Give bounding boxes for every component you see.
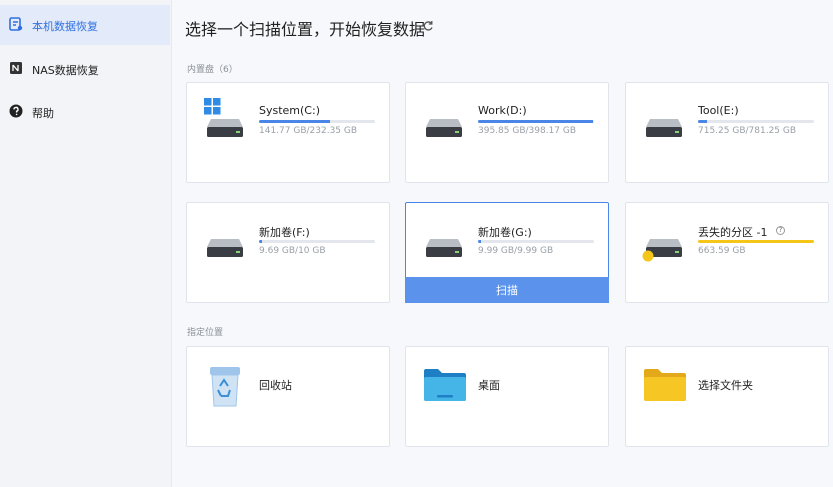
drive-name: 丢失的分区 -1: [698, 226, 768, 239]
sidebar-item-label: 帮助: [32, 107, 54, 120]
hard-drive-icon: [646, 119, 682, 137]
drive-size: 9.99 GB/9.99 GB: [478, 246, 554, 256]
location-card-desktop[interactable]: 桌面: [405, 346, 609, 447]
scan-button[interactable]: 扫描: [405, 277, 609, 303]
drive-usage-fill: [478, 120, 593, 123]
drive-card-f[interactable]: 新加卷(F:) 9.69 GB/10 GB: [186, 202, 390, 303]
main-panel: 选择一个扫描位置，开始恢复数据 内置盘（6） System(C:) 141.77…: [172, 0, 833, 487]
location-card-select-folder[interactable]: 选择文件夹: [625, 346, 829, 447]
sidebar-item-nas-recovery[interactable]: NAS数据恢复: [0, 49, 170, 89]
location-label: 回收站: [259, 379, 292, 392]
question-icon[interactable]: ?: [776, 226, 785, 235]
recycle-bin-icon: [210, 367, 240, 407]
drive-usage-fill: [698, 240, 814, 243]
drive-size: 9.69 GB/10 GB: [259, 246, 326, 256]
drive-usage-bar: [259, 240, 375, 243]
drive-usage-bar: [698, 240, 814, 243]
sidebar-item-label: NAS数据恢复: [32, 64, 99, 77]
windows-logo-icon: [204, 98, 221, 115]
sidebar-item-label: 本机数据恢复: [32, 20, 98, 33]
drive-size: 663.59 GB: [698, 246, 746, 256]
location-label: 选择文件夹: [698, 379, 753, 392]
internal-disks-label: 内置盘（6）: [187, 65, 238, 75]
hard-drive-icon: [426, 119, 462, 137]
nas-icon: [10, 62, 22, 74]
sidebar-item-local-recovery[interactable]: 本机数据恢复: [0, 5, 170, 45]
folder-icon: [644, 369, 686, 401]
drive-usage-bar: [259, 120, 375, 123]
location-card-recycle-bin[interactable]: 回收站: [186, 346, 390, 447]
refresh-icon[interactable]: [422, 20, 434, 32]
drive-name: System(C:): [259, 104, 320, 117]
drive-usage-fill: [478, 240, 482, 243]
drive-card-c[interactable]: System(C:) 141.77 GB/232.35 GB: [186, 82, 390, 183]
drive-usage-bar: [478, 120, 594, 123]
location-label: 桌面: [478, 379, 500, 392]
desktop-folder-icon: [424, 369, 466, 401]
drive-size: 395.85 GB/398.17 GB: [478, 126, 577, 136]
specified-location-label: 指定位置: [187, 328, 224, 338]
help-icon: [9, 104, 23, 118]
page-title: 选择一个扫描位置，开始恢复数据: [185, 20, 426, 39]
drive-usage-bar: [698, 120, 814, 123]
drive-usage-fill: [259, 240, 263, 243]
hard-drive-icon: [426, 239, 462, 257]
drive-card-e[interactable]: Tool(E:) 715.25 GB/781.25 GB: [625, 82, 829, 183]
drive-card-lost-partition[interactable]: 丢失的分区 -1 ? 663.59 GB: [625, 202, 829, 303]
drive-name: Tool(E:): [698, 104, 739, 117]
drive-usage-bar: [478, 240, 594, 243]
drive-usage-fill: [259, 120, 330, 123]
hard-drive-icon: [207, 119, 243, 137]
lost-partition-warning-icon: [642, 250, 654, 262]
drive-name: 新加卷(F:): [259, 226, 310, 239]
drive-name: Work(D:): [478, 104, 527, 117]
local-recovery-icon: [9, 17, 23, 31]
drive-card-g[interactable]: 新加卷(G:) 9.99 GB/9.99 GB 扫描: [405, 202, 609, 303]
hard-drive-icon: [207, 239, 243, 257]
drive-size: 141.77 GB/232.35 GB: [259, 126, 358, 136]
sidebar-item-help[interactable]: 帮助: [0, 92, 170, 132]
drive-card-d[interactable]: Work(D:) 395.85 GB/398.17 GB: [405, 82, 609, 183]
drive-usage-fill: [698, 120, 708, 123]
drive-size: 715.25 GB/781.25 GB: [698, 126, 797, 136]
drive-name: 新加卷(G:): [478, 226, 532, 239]
sidebar: 本机数据恢复 NAS数据恢复 帮助: [0, 0, 172, 487]
